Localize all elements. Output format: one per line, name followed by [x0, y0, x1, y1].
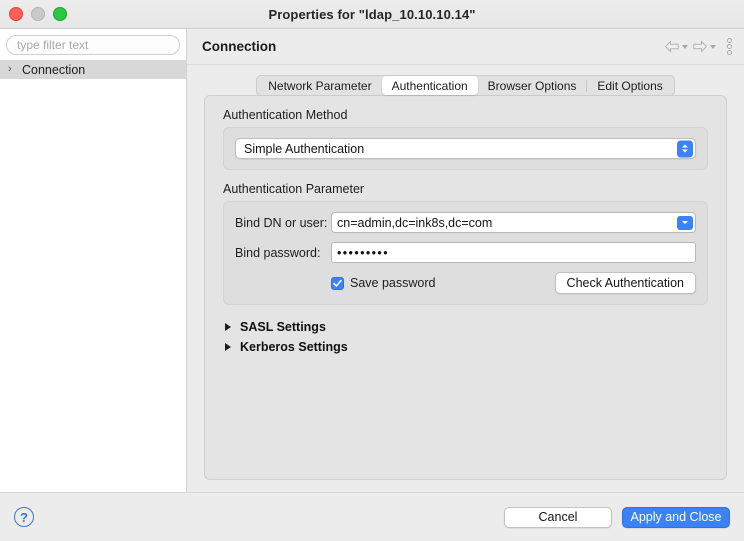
auth-parameter-group-label: Authentication Parameter — [223, 182, 365, 196]
tab-authentication[interactable]: Authentication — [381, 76, 478, 95]
kebab-dot — [727, 50, 732, 55]
settings-sidebar: › Connection — [0, 29, 187, 492]
tab-browser-options[interactable]: Browser Options — [478, 76, 587, 95]
auth-method-select[interactable]: Simple Authentication — [235, 138, 696, 159]
sasl-settings-section[interactable]: SASL Settings — [223, 317, 708, 336]
apply-and-close-button[interactable]: Apply and Close — [622, 506, 730, 528]
triangle-right-icon[interactable] — [225, 322, 231, 331]
arrow-right-icon — [693, 40, 708, 53]
settings-content: Connection Network Parameter Authenticat… — [187, 29, 744, 492]
tab-network-parameter[interactable]: Network Parameter — [258, 76, 381, 95]
forward-button[interactable] — [691, 38, 717, 55]
chevron-up-glyph — [682, 144, 688, 148]
properties-dialog: Properties for "ldap_10.10.10.14" › Conn… — [0, 0, 744, 541]
tab-edit-options[interactable]: Edit Options — [587, 76, 672, 95]
kebab-dot — [727, 38, 732, 43]
tabs-area: Network Parameter Authentication Browser… — [187, 65, 744, 492]
bind-dn-value: cn=admin,dc=ink8s,dc=com — [337, 215, 493, 230]
dialog-body: › Connection Connection — [0, 29, 744, 492]
window-controls — [9, 0, 67, 28]
auth-parameter-group: Bind DN or user: cn=admin,dc=ink8s,dc=co… — [223, 201, 708, 305]
check-authentication-button[interactable]: Check Authentication — [554, 272, 696, 294]
help-icon[interactable]: ? — [14, 507, 34, 527]
save-password-label: Save password — [350, 276, 436, 290]
arrow-left-icon — [664, 40, 679, 53]
page-title: Connection — [202, 39, 277, 54]
content-header: Connection — [187, 29, 744, 65]
kebab-dot — [727, 44, 732, 49]
checkmark-icon — [333, 279, 342, 287]
bind-password-label: Bind password: — [235, 245, 321, 260]
kerberos-settings-section[interactable]: Kerberos Settings — [223, 337, 708, 356]
popup-chevrons-icon[interactable] — [677, 140, 693, 157]
auth-method-group-label: Authentication Method — [223, 108, 348, 122]
bind-dn-row: Bind DN or user: cn=admin,dc=ink8s,dc=co… — [235, 212, 696, 233]
bind-password-row: Bind password: ••••••••• — [235, 242, 696, 263]
auth-method-group: Simple Authentication — [223, 127, 708, 170]
sasl-settings-label: SASL Settings — [240, 319, 326, 334]
chevron-down-icon[interactable] — [677, 215, 693, 230]
sidebar-item-label: Connection — [22, 62, 86, 77]
kerberos-settings-label: Kerberos Settings — [240, 339, 348, 354]
header-navigation — [663, 36, 734, 57]
chevron-right-icon[interactable]: › — [8, 64, 22, 75]
chevron-down-glyph — [682, 149, 688, 153]
footer-buttons: Cancel Apply and Close — [504, 506, 730, 528]
minimize-button[interactable] — [31, 7, 45, 21]
auth-method-value: Simple Authentication — [244, 141, 365, 156]
cancel-button[interactable]: Cancel — [504, 506, 612, 528]
bind-password-input[interactable]: ••••••••• — [331, 242, 696, 263]
close-button[interactable] — [9, 7, 23, 21]
forward-dropdown-caret-icon[interactable] — [710, 44, 716, 49]
triangle-right-icon[interactable] — [225, 342, 231, 351]
save-password-checkbox[interactable] — [331, 276, 344, 290]
kebab-menu-icon[interactable] — [725, 36, 734, 57]
save-password-row: Save password Check Authentication — [235, 272, 696, 294]
back-button[interactable] — [663, 38, 689, 55]
tab-bar-inner: Network Parameter Authentication Browser… — [256, 75, 675, 96]
window-title: Properties for "ldap_10.10.10.14" — [268, 6, 476, 22]
filter-input[interactable] — [6, 35, 180, 55]
authentication-panel: Authentication Method Simple Authenticat… — [204, 95, 727, 480]
title-bar: Properties for "ldap_10.10.10.14" — [0, 0, 744, 29]
back-dropdown-caret-icon[interactable] — [682, 44, 688, 49]
bind-dn-combobox[interactable]: cn=admin,dc=ink8s,dc=com — [331, 212, 696, 233]
tab-bar: Network Parameter Authentication Browser… — [204, 75, 727, 96]
chevron-down-glyph — [682, 221, 688, 224]
zoom-button[interactable] — [53, 7, 67, 21]
bind-dn-label: Bind DN or user: — [235, 215, 328, 230]
filter-container — [0, 35, 186, 60]
dialog-footer: ? Cancel Apply and Close — [0, 492, 744, 541]
sidebar-item-connection[interactable]: › Connection — [0, 60, 186, 79]
